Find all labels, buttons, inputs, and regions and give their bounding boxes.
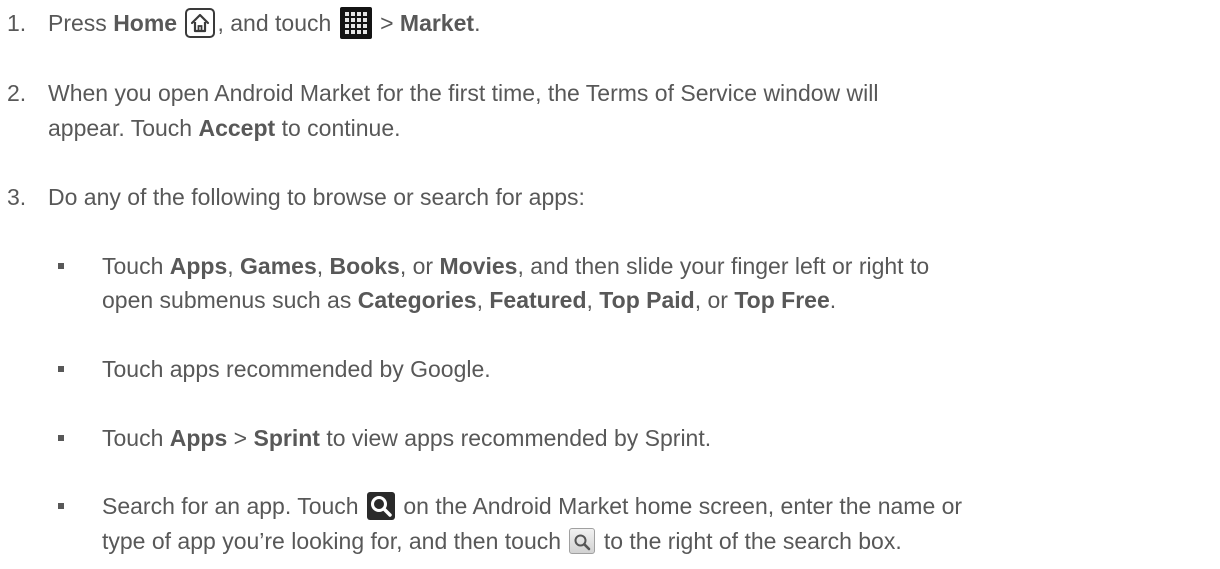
bullet-text-line-2: open submenus such as Categories, Featur… (102, 287, 837, 313)
step-number: 3. (7, 184, 27, 210)
step-number: 1. (7, 10, 27, 36)
market-label: Market (399, 10, 475, 36)
bullet-marker (58, 263, 64, 269)
home-key-icon (185, 7, 216, 38)
step-text-line-2: appear. Touch Accept to continue. (48, 115, 401, 141)
home-label: Home (113, 10, 178, 36)
accept-label: Accept (198, 115, 276, 141)
step-text: Press Home , and touch > Market. (48, 6, 480, 41)
bullet-text-line-1: Touch Apps, Games, Books, or Movies, and… (102, 253, 930, 279)
step-text: Do any of the following to browse or sea… (48, 184, 585, 210)
all-apps-grid-icon (339, 6, 372, 39)
bullet-text: Touch Apps > Sprint to view apps recomme… (102, 425, 712, 451)
step-text-line-1: When you open Android Market for the fir… (48, 80, 879, 106)
bullet-marker (58, 435, 64, 441)
bullet-text-line-2: type of app you’re looking for, and then… (102, 527, 902, 554)
bullet-marker (58, 366, 64, 372)
bullet-text-line-1: Search for an app. Touch on the Android … (102, 491, 963, 520)
bullet-text: Touch apps recommended by Google. (102, 356, 491, 382)
step-number: 2. (7, 80, 27, 106)
bullet-marker (58, 503, 64, 509)
market-search-icon (366, 491, 395, 520)
search-box-button-icon (569, 527, 596, 554)
